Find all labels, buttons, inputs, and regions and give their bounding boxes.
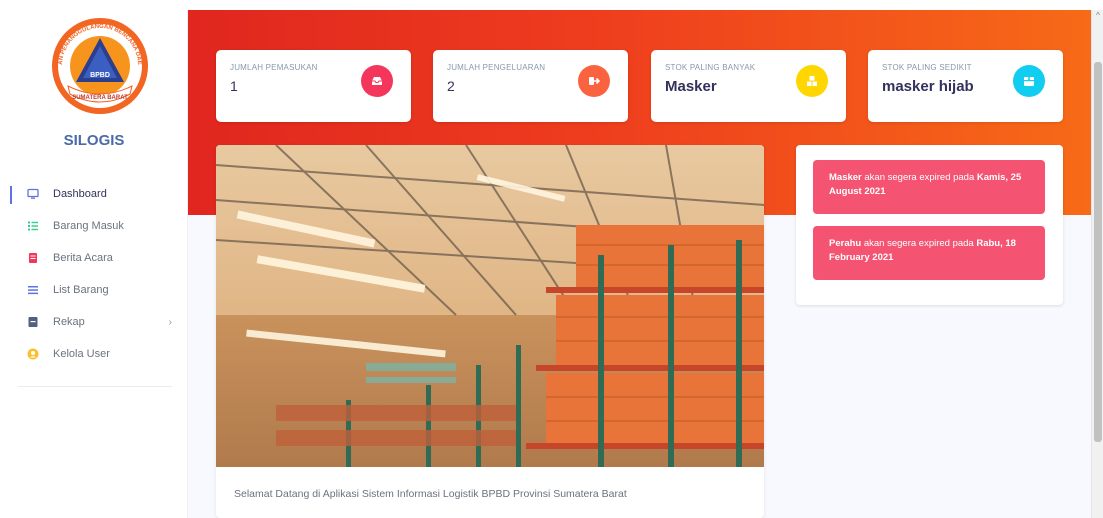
document-icon — [26, 251, 40, 265]
page-scrollbar[interactable]: ^ — [1091, 10, 1103, 518]
app-brand-name: SILOGIS — [63, 132, 125, 149]
welcome-card: Selamat Datang di Aplikasi Sistem Inform… — [216, 145, 764, 518]
sidebar-item-dashboard[interactable]: Dashboard — [0, 178, 188, 210]
top-strip — [0, 0, 1103, 10]
archive-icon — [26, 315, 40, 329]
sidebar-item-list-barang[interactable]: List Barang — [0, 274, 188, 306]
stat-card-stok-terbanyak: STOK PALING BANYAK Masker — [651, 50, 846, 122]
sidebar-item-label: List Barang — [53, 284, 109, 296]
stat-card-pemasukan: JUMLAH PEMASUKAN 1 — [216, 50, 411, 122]
expiry-alert: Masker akan segera expired pada Kamis, 2… — [813, 160, 1045, 214]
sidebar-item-label: Kelola User — [53, 348, 110, 360]
sidebar-item-label: Barang Masuk — [53, 220, 124, 232]
sidebar-item-barang-masuk[interactable]: Barang Masuk — [0, 210, 188, 242]
monitor-icon — [26, 187, 40, 201]
stat-label: JUMLAH PEMASUKAN — [230, 63, 318, 72]
inbox-icon — [361, 65, 393, 97]
bpbd-logo[interactable]: BPBD BADAN PENANGGULANGAN BENCANA DAERAH… — [48, 12, 150, 116]
alert-message: akan segera expired pada — [861, 238, 977, 249]
sidebar: BPBD BADAN PENANGGULANGAN BENCANA DAERAH… — [0, 10, 188, 518]
stat-label: JUMLAH PENGELUARAN — [447, 63, 546, 72]
scrollbar-thumb[interactable] — [1094, 62, 1102, 442]
expiry-alert: Perahu akan segera expired pada Rabu, 18… — [813, 226, 1045, 280]
sidebar-divider — [18, 386, 172, 387]
sidebar-nav: Dashboard Barang Masuk Berita Acara List… — [0, 178, 188, 370]
alert-item: Perahu — [829, 238, 862, 249]
list-icon — [26, 219, 40, 233]
sidebar-item-berita-acara[interactable]: Berita Acara — [0, 242, 188, 274]
alert-item: Masker — [829, 172, 862, 183]
sidebar-item-kelola-user[interactable]: Kelola User — [0, 338, 188, 370]
stat-card-stok-tersedikit: STOK PALING SEDIKIT masker hijab — [868, 50, 1063, 122]
warehouse-image — [216, 145, 764, 467]
boxes-icon — [796, 65, 828, 97]
sidebar-item-label: Dashboard — [53, 188, 107, 200]
box-icon — [1013, 65, 1045, 97]
scroll-up-arrow-icon[interactable]: ^ — [1092, 10, 1103, 22]
stat-label: STOK PALING SEDIKIT — [882, 63, 972, 72]
alert-message: akan segera expired pada — [861, 172, 977, 183]
chevron-right-icon[interactable]: › — [169, 317, 172, 328]
expiry-alerts-card: Masker akan segera expired pada Kamis, 2… — [796, 145, 1063, 305]
sidebar-item-label: Rekap — [53, 316, 85, 328]
stat-card-pengeluaran: JUMLAH PENGELUARAN 2 — [433, 50, 628, 122]
sidebar-item-label: Berita Acara — [53, 252, 113, 264]
welcome-text: Selamat Datang di Aplikasi Sistem Inform… — [234, 488, 627, 500]
bars-icon — [26, 283, 40, 297]
stat-label: STOK PALING BANYAK — [665, 63, 756, 72]
logo-center-text: BPBD — [90, 72, 110, 79]
sign-out-icon — [578, 65, 610, 97]
user-icon — [26, 347, 40, 361]
logo-bottom-text: SUMATERA BARAT — [72, 95, 128, 101]
sidebar-item-rekap[interactable]: Rekap › — [0, 306, 188, 338]
